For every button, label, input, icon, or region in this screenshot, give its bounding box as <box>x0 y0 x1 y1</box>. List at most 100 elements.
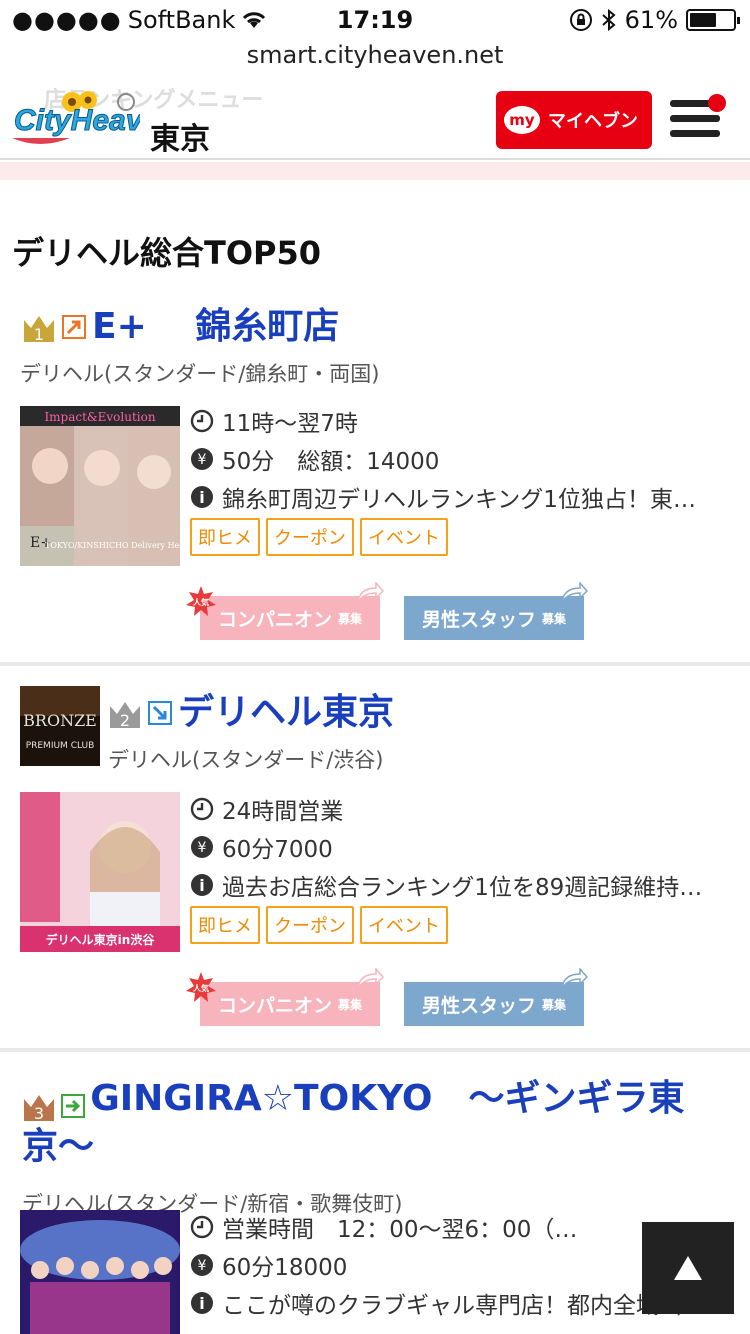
my-icon: my <box>504 106 540 134</box>
svg-text:PREMIUM CLUB: PREMIUM CLUB <box>26 741 95 751</box>
svg-text:¥: ¥ <box>198 452 207 468</box>
battery-icon <box>686 9 740 31</box>
shop-entry-2: 2 デリヘル東京 デリヘル(スタンダード/渋谷) <box>108 692 748 774</box>
shop-info-1: 11時〜翌7時 ¥50分 総額：14000 i 錦糸町周辺デリヘルランキング1位独… <box>190 402 696 556</box>
info-icon: i <box>191 1292 213 1314</box>
svg-text:i: i <box>199 1294 204 1313</box>
staff-label: 男性スタッフ <box>421 608 536 631</box>
yen-icon: ¥ <box>191 836 213 858</box>
battery-percent: 61% <box>624 6 678 34</box>
entry-divider <box>0 1048 750 1052</box>
recruit-suffix: 募集 <box>542 611 567 626</box>
cityheaven-logo[interactable]: CityHeaven.net <box>10 90 140 152</box>
svg-text:人気: 人気 <box>193 983 209 993</box>
section-title: デリヘル総合TOP50 <box>12 234 322 272</box>
popular-badge-icon: 人気 <box>186 972 216 1002</box>
svg-text:デリヘル東京in渋谷: デリヘル東京in渋谷 <box>46 932 156 947</box>
companion-recruit-button[interactable]: 人気 コンパニオン 募集 <box>186 968 384 1026</box>
male-staff-recruit-button[interactable]: 男性スタッフ 募集 <box>404 968 588 1026</box>
crown-rank-1-icon: 1 <box>24 316 54 344</box>
tag-sokuhime[interactable]: 即ヒメ <box>190 906 260 944</box>
shop-name-link[interactable]: GINGIRA☆TOKYO 〜ギンギラ東京〜 <box>22 1078 685 1167</box>
trend-same-icon <box>61 1093 86 1118</box>
popular-badge-icon: 人気 <box>186 586 216 616</box>
shop-entry-1: 1 E+ 錦糸町店 デリヘル(スタンダード/錦糸町・両国) <box>0 306 750 388</box>
share-arrow-icon <box>357 582 384 603</box>
rotation-lock-icon <box>569 9 592 31</box>
svg-text:i: i <box>199 876 204 895</box>
share-arrow-icon <box>357 968 384 989</box>
tag-coupon[interactable]: クーポン <box>266 518 354 556</box>
crown-rank-2-icon: 2 <box>110 702 140 730</box>
shop-category: デリヘル(スタンダード/錦糸町・両国) <box>20 362 380 386</box>
yen-icon: ¥ <box>191 1254 213 1276</box>
shop-hours: 11時〜翌7時 <box>222 411 358 437</box>
recruit-suffix: 募集 <box>542 997 567 1012</box>
pink-strip <box>0 162 750 180</box>
companion-label: コンパニオン <box>217 994 332 1017</box>
companion-recruit-button[interactable]: 人気 コンパニオン 募集 <box>186 582 384 640</box>
shop-thumbnail[interactable] <box>20 1210 180 1334</box>
trend-down-icon <box>148 701 172 725</box>
shop-price: 60分18000 <box>222 1255 348 1281</box>
clock-icon <box>190 1215 214 1239</box>
male-staff-recruit-button[interactable]: 男性スタッフ 募集 <box>404 582 588 640</box>
myheaven-label: マイヘブン <box>548 111 638 132</box>
url-bar[interactable]: smart.cityheaven.net <box>0 40 750 80</box>
logo-text: CityHeaven.net <box>14 104 140 137</box>
staff-label: 男性スタッフ <box>421 994 536 1017</box>
shop-info-2: 24時間営業 ¥60分7000 i 過去お店総合ランキング1位を89週記録維持… … <box>190 790 702 944</box>
shop-hours: 営業時間 12：00〜翌6：00（… <box>222 1217 578 1243</box>
bronze-shop-logo[interactable]: BRONZE PREMIUM CLUB <box>20 686 100 766</box>
shop-category: デリヘル(スタンダード/渋谷) <box>108 748 384 772</box>
trend-up-icon <box>62 315 86 339</box>
shop-name-link[interactable]: デリヘル東京 <box>178 692 394 734</box>
shop-hours: 24時間営業 <box>222 799 344 825</box>
svg-text:¥: ¥ <box>198 840 207 856</box>
recruit-buttons-2: 人気 コンパニオン 募集 男性スタッフ 募集 <box>186 968 588 1026</box>
shop-thumbnail[interactable]: Impact&Evolution E+ TOKYO/KINSHICHO Deli… <box>20 406 180 566</box>
share-arrow-icon <box>561 968 588 989</box>
svg-text:Impact&Evolution: Impact&Evolution <box>44 410 155 424</box>
shop-description: 過去お店総合ランキング1位を89週記録維持… <box>222 875 703 901</box>
shop-name-link[interactable]: E+ 錦糸町店 <box>92 306 339 348</box>
site-header: 店ランキングメニュー CityHeaven.net 東京 my マイヘブン <box>0 80 750 160</box>
scroll-to-top-button[interactable] <box>642 1222 734 1314</box>
bluetooth-icon <box>601 8 616 32</box>
recruit-suffix: 募集 <box>338 997 363 1012</box>
tag-event[interactable]: イベント <box>360 906 448 944</box>
svg-text:2: 2 <box>120 711 130 730</box>
tag-coupon[interactable]: クーポン <box>266 906 354 944</box>
svg-text:TOKYO/KINSHICHO Delivery Healt: TOKYO/KINSHICHO Delivery Health <box>45 541 180 550</box>
shop-price: 60分7000 <box>222 837 333 863</box>
info-icon: i <box>191 874 213 896</box>
tag-sokuhime[interactable]: 即ヒメ <box>190 518 260 556</box>
hamburger-menu-button[interactable] <box>670 94 726 144</box>
myheaven-button[interactable]: my マイヘブン <box>496 91 652 149</box>
tag-event[interactable]: イベント <box>360 518 448 556</box>
svg-text:人気: 人気 <box>193 597 209 607</box>
svg-text:BRONZE: BRONZE <box>23 711 97 730</box>
city-label: 東京 <box>150 122 210 157</box>
entry-divider <box>0 662 750 666</box>
recruit-buttons-1: 人気 コンパニオン 募集 男性スタッフ 募集 <box>186 582 588 640</box>
shop-entry-3: 3 GINGIRA☆TOKYO 〜ギンギラ東京〜 デリヘル(スタンダード/新宿・… <box>0 1078 750 1218</box>
shop-description: 錦糸町周辺デリヘルランキング1位独占！東… <box>222 487 696 513</box>
share-arrow-icon <box>561 582 588 603</box>
info-icon: i <box>191 486 213 508</box>
shop-thumbnail[interactable]: デリヘル東京in渋谷 <box>20 792 180 952</box>
shop-description: ここが噂のクラブギャル専門店！都内全域出… <box>222 1293 705 1319</box>
up-triangle-icon <box>674 1256 702 1280</box>
svg-text:1: 1 <box>34 325 44 344</box>
status-bar: ●●●●● SoftBank 17:19 61% <box>0 0 750 40</box>
companion-label: コンパニオン <box>217 608 332 631</box>
shop-price: 50分 総額：14000 <box>222 449 440 475</box>
clock-icon <box>190 797 214 821</box>
crown-rank-3-icon: 3 <box>24 1094 54 1123</box>
notification-dot <box>708 94 726 112</box>
svg-text:¥: ¥ <box>198 1258 207 1274</box>
yen-icon: ¥ <box>191 448 213 470</box>
clock-icon <box>190 409 214 433</box>
shop-info-3: 営業時間 12：00〜翌6：00（… ¥60分18000 i ここが噂のクラブギャ… <box>190 1208 705 1322</box>
svg-text:i: i <box>199 488 204 507</box>
